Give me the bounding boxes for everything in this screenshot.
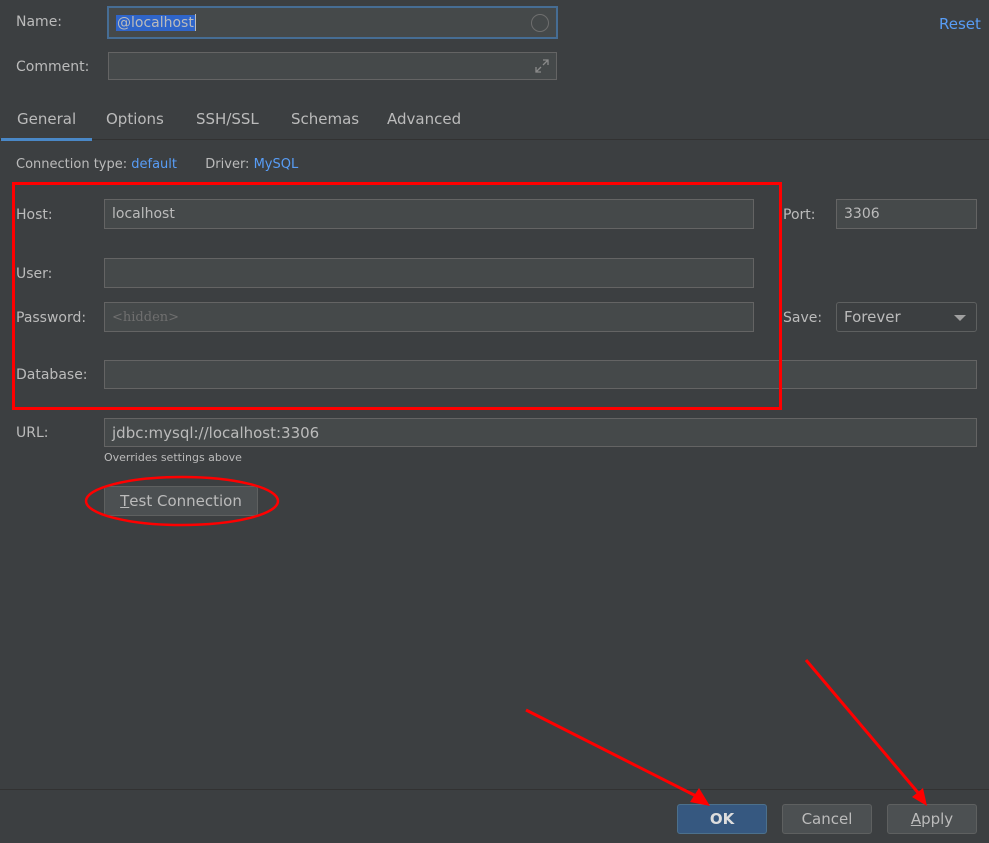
test-connection-mnemonic: T xyxy=(120,492,130,510)
password-label: Password: xyxy=(16,310,87,326)
footer-divider xyxy=(0,789,989,790)
tab-general[interactable]: General xyxy=(0,100,93,141)
save-dropdown[interactable]: Forever xyxy=(836,302,977,332)
save-label: Save: xyxy=(783,310,823,326)
port-input[interactable]: 3306 xyxy=(836,199,977,229)
driver-link[interactable]: MySQL xyxy=(254,157,299,172)
port-value: 3306 xyxy=(844,206,880,222)
port-label: Port: xyxy=(783,207,816,223)
tab-options[interactable]: Options xyxy=(106,100,164,140)
tab-schemas[interactable]: Schemas xyxy=(291,100,359,140)
database-label: Database: xyxy=(16,367,88,383)
user-label: User: xyxy=(16,266,53,282)
url-value: jdbc:mysql://localhost:3306 xyxy=(112,423,320,442)
apply-mnemonic: A xyxy=(910,810,922,828)
connection-type-link[interactable]: default xyxy=(131,157,177,172)
apply-label: pply xyxy=(921,810,954,828)
chevron-down-icon xyxy=(954,315,966,321)
expand-icon[interactable] xyxy=(534,58,550,74)
tab-ssh-ssl[interactable]: SSH/SSL xyxy=(196,100,259,140)
name-label: Name: xyxy=(16,14,63,30)
comment-input[interactable] xyxy=(108,52,557,80)
user-input[interactable] xyxy=(104,258,754,288)
color-circle-icon[interactable] xyxy=(531,14,549,32)
test-connection-button[interactable]: Test Connection xyxy=(104,486,258,516)
arrow-apply-annotation xyxy=(804,659,922,796)
password-placeholder: <hidden> xyxy=(112,309,180,325)
driver-label: Driver: xyxy=(205,157,250,172)
host-input[interactable]: localhost xyxy=(104,199,754,229)
cancel-button[interactable]: Cancel xyxy=(782,804,872,834)
url-label: URL: xyxy=(16,425,49,441)
test-connection-label: est Connection xyxy=(129,492,242,510)
comment-label: Comment: xyxy=(16,59,90,75)
database-input[interactable] xyxy=(104,360,977,389)
connection-type-label: Connection type: xyxy=(16,157,128,172)
reset-link[interactable]: Reset xyxy=(939,15,981,33)
arrow-ok-annotation xyxy=(525,708,701,800)
name-value: @localhost xyxy=(116,14,195,31)
name-input[interactable]: @localhost xyxy=(107,6,558,39)
save-value: Forever xyxy=(844,308,901,326)
tab-bar: General Options SSH/SSL Schemas Advanced xyxy=(0,100,989,141)
host-label: Host: xyxy=(16,207,53,223)
apply-button[interactable]: Apply xyxy=(887,804,977,834)
host-value: localhost xyxy=(112,206,175,222)
password-input[interactable]: <hidden> xyxy=(104,302,754,332)
connection-info: Connection type: default Driver: MySQL xyxy=(16,157,298,172)
tab-advanced[interactable]: Advanced xyxy=(387,100,461,140)
ok-button[interactable]: OK xyxy=(677,804,767,834)
text-caret xyxy=(194,14,196,31)
url-hint: Overrides settings above xyxy=(104,451,242,464)
url-input[interactable]: jdbc:mysql://localhost:3306 xyxy=(104,418,977,447)
